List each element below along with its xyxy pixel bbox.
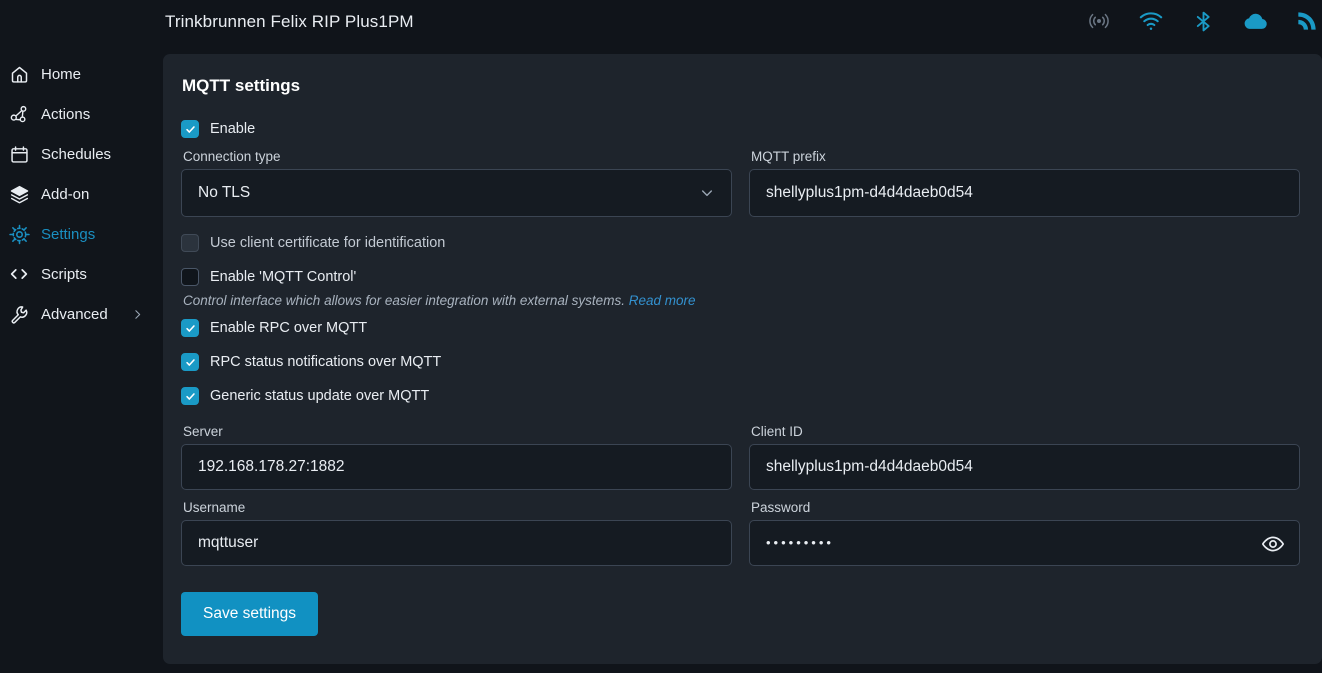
main-content: MQTT settings Enable Connection type No … <box>160 0 1322 673</box>
sidebar-item-scripts[interactable]: Scripts <box>0 254 160 294</box>
sidebar-item-addon[interactable]: Add-on <box>0 174 160 214</box>
mqtt-control-checkbox-row[interactable]: Enable 'MQTT Control' <box>181 265 1300 289</box>
sidebar-item-schedules[interactable]: Schedules <box>0 134 160 174</box>
username-input[interactable]: mqttuser <box>181 520 732 566</box>
password-input[interactable]: ••••••••• <box>749 520 1300 566</box>
calendar-icon <box>8 143 30 165</box>
sidebar: Home Actions Schedules <box>0 0 160 673</box>
password-label: Password <box>751 500 1300 515</box>
username-field: Username mqttuser <box>181 500 732 566</box>
row-connection-prefix: Connection type No TLS MQTT prefix shell… <box>181 149 1300 217</box>
row-username-password: Username mqttuser Password ••••••••• <box>181 500 1300 566</box>
mqtt-prefix-value: shellyplus1pm-d4d4daeb0d54 <box>766 184 973 202</box>
mqtt-control-hint-text: Control interface which allows for easie… <box>183 293 625 308</box>
save-settings-button[interactable]: Save settings <box>181 592 318 636</box>
rpc-over-mqtt-checkbox-row[interactable]: Enable RPC over MQTT <box>181 316 1300 340</box>
rpc-status-notifications-checkbox-row[interactable]: RPC status notifications over MQTT <box>181 350 1300 374</box>
generic-status-update-label: Generic status update over MQTT <box>210 388 429 404</box>
rpc-status-notifications-checkbox[interactable] <box>181 353 199 371</box>
sidebar-item-label: Schedules <box>41 146 111 163</box>
client-id-field: Client ID shellyplus1pm-d4d4daeb0d54 <box>749 424 1300 490</box>
client-certificate-checkbox <box>181 234 199 252</box>
password-field: Password ••••••••• <box>749 500 1300 566</box>
client-certificate-checkbox-row: Use client certificate for identificatio… <box>181 231 1300 255</box>
server-field: Server 192.168.178.27:1882 <box>181 424 732 490</box>
connection-type-select[interactable]: No TLS <box>181 169 732 217</box>
sidebar-item-label: Actions <box>41 106 90 123</box>
home-icon <box>8 63 30 85</box>
sidebar-item-label: Advanced <box>41 306 108 323</box>
enable-checkbox-label: Enable <box>210 121 255 137</box>
row-server-clientid: Server 192.168.178.27:1882 Client ID she… <box>181 424 1300 490</box>
layers-icon <box>8 183 30 205</box>
mqtt-control-label: Enable 'MQTT Control' <box>210 269 356 285</box>
mqtt-control-hint: Control interface which allows for easie… <box>183 293 1300 308</box>
mqtt-prefix-input[interactable]: shellyplus1pm-d4d4daeb0d54 <box>749 169 1300 217</box>
eye-icon[interactable] <box>1260 531 1286 557</box>
chevron-right-icon <box>131 308 144 321</box>
connection-type-label: Connection type <box>183 149 732 164</box>
generic-status-update-checkbox[interactable] <box>181 387 199 405</box>
app-root: Home Actions Schedules <box>0 0 1322 673</box>
rpc-over-mqtt-label: Enable RPC over MQTT <box>210 320 367 336</box>
connection-type-field: Connection type No TLS <box>181 149 732 217</box>
sidebar-item-label: Home <box>41 66 81 83</box>
server-value: 192.168.178.27:1882 <box>198 458 345 476</box>
mqtt-prefix-label: MQTT prefix <box>751 149 1300 164</box>
client-certificate-label: Use client certificate for identificatio… <box>210 235 445 251</box>
client-id-value: shellyplus1pm-d4d4daeb0d54 <box>766 458 973 476</box>
sidebar-item-advanced[interactable]: Advanced <box>0 294 160 334</box>
enable-checkbox[interactable] <box>181 120 199 138</box>
client-id-label: Client ID <box>751 424 1300 439</box>
mqtt-settings-panel: MQTT settings Enable Connection type No … <box>163 54 1322 664</box>
rpc-status-notifications-label: RPC status notifications over MQTT <box>210 354 441 370</box>
connection-type-value: No TLS <box>198 184 250 202</box>
code-icon <box>8 263 30 285</box>
generic-status-update-checkbox-row[interactable]: Generic status update over MQTT <box>181 384 1300 408</box>
panel-title: MQTT settings <box>182 76 1300 96</box>
sidebar-item-actions[interactable]: Actions <box>0 94 160 134</box>
sidebar-item-home[interactable]: Home <box>0 54 160 94</box>
sidebar-item-label: Add-on <box>41 186 89 203</box>
gear-icon <box>8 223 30 245</box>
read-more-link[interactable]: Read more <box>629 293 696 308</box>
username-value: mqttuser <box>198 534 258 552</box>
sidebar-item-settings[interactable]: Settings <box>0 214 160 254</box>
client-id-input[interactable]: shellyplus1pm-d4d4daeb0d54 <box>749 444 1300 490</box>
username-label: Username <box>183 500 732 515</box>
wrench-icon <box>8 303 30 325</box>
rpc-over-mqtt-checkbox[interactable] <box>181 319 199 337</box>
sidebar-item-label: Scripts <box>41 266 87 283</box>
actions-icon <box>8 103 30 125</box>
sidebar-item-label: Settings <box>41 226 95 243</box>
server-label: Server <box>183 424 732 439</box>
mqtt-prefix-field: MQTT prefix shellyplus1pm-d4d4daeb0d54 <box>749 149 1300 217</box>
server-input[interactable]: 192.168.178.27:1882 <box>181 444 732 490</box>
password-value: ••••••••• <box>766 521 834 565</box>
enable-checkbox-row[interactable]: Enable <box>181 117 1300 141</box>
chevron-down-icon <box>699 185 715 201</box>
mqtt-control-checkbox[interactable] <box>181 268 199 286</box>
